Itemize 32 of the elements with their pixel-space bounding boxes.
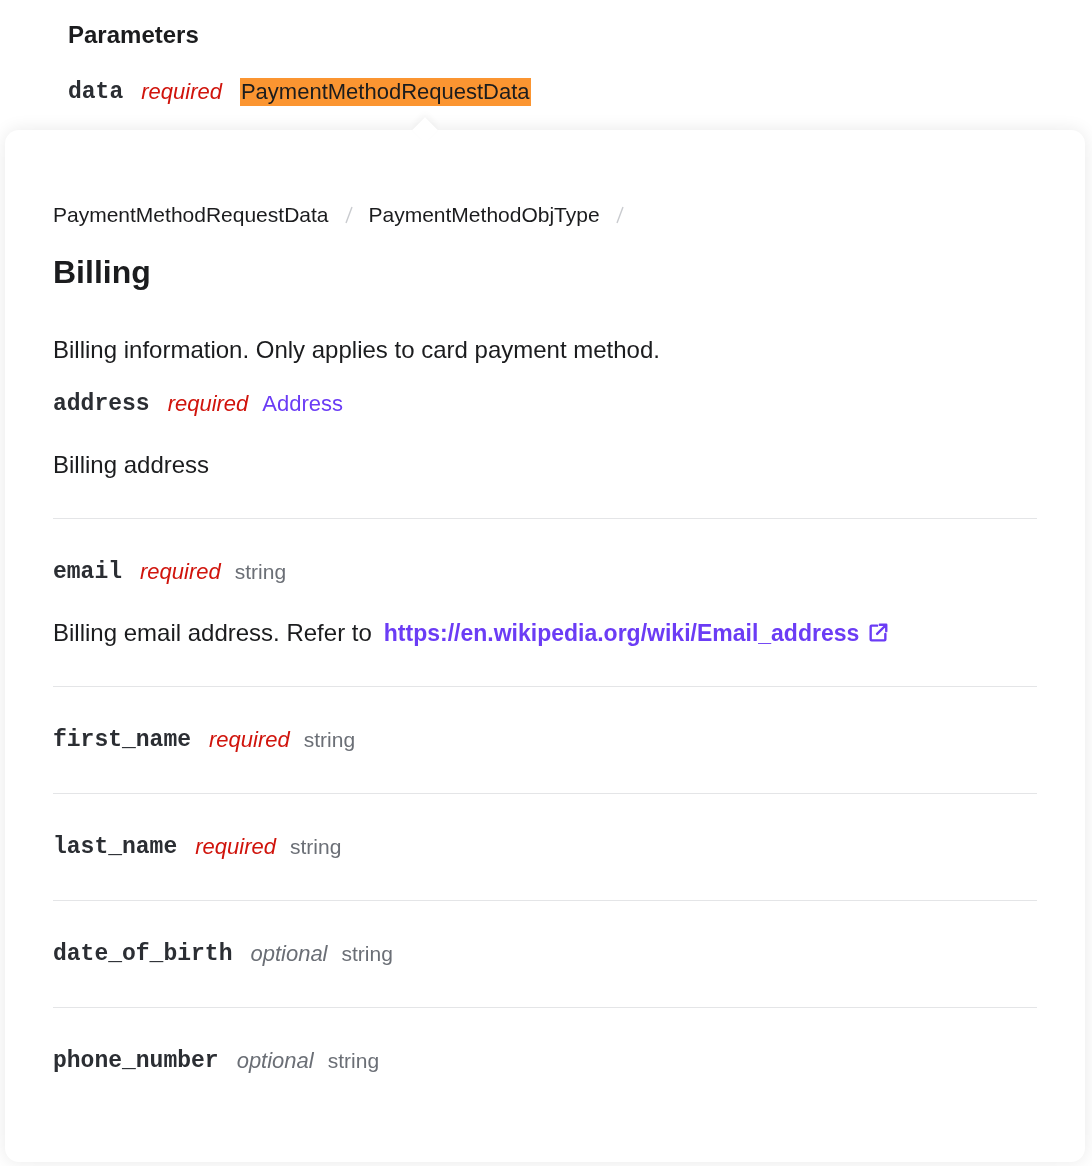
requirement-label: required: [141, 79, 222, 105]
requirement-label: required: [167, 391, 249, 417]
breadcrumb-link[interactable]: PaymentMethodRequestData: [53, 200, 329, 230]
requirement-label: required: [140, 559, 221, 585]
field-name: last_name: [53, 834, 178, 860]
requirement-label: required: [209, 727, 290, 753]
field-name: email: [53, 559, 122, 585]
popover-description: Billing information. Only applies to card payment method.: [53, 335, 661, 365]
type-label: string: [289, 834, 342, 860]
slash-icon: [344, 206, 353, 224]
type-link[interactable]: PaymentMethodRequestData: [239, 78, 531, 106]
requirement-label: optional: [236, 1048, 314, 1074]
popover-title: Billing: [53, 253, 152, 292]
breadcrumb-link[interactable]: PaymentMethodObjType: [368, 200, 600, 230]
type-link[interactable]: Address: [262, 391, 344, 417]
field-name: address: [53, 391, 150, 417]
type-label: string: [303, 727, 356, 753]
type-label: string: [341, 941, 393, 967]
field-name: phone_number: [53, 1048, 219, 1074]
field-description: Billing email address. Refer to: [53, 620, 372, 646]
external-link[interactable]: https://en.wikipedia.org/wiki/Email_address: [383, 620, 860, 646]
slash-icon: [615, 206, 624, 224]
field-name: date_of_birth: [53, 941, 233, 967]
section-title: Parameters: [68, 20, 200, 50]
field-name: first_name: [53, 727, 192, 753]
type-label: string: [327, 1048, 380, 1074]
parameter-name: data: [68, 79, 124, 105]
type-label: string: [234, 559, 287, 585]
external-link-icon: [867, 622, 890, 644]
requirement-label: optional: [250, 941, 328, 967]
field-description: Billing address: [53, 452, 210, 478]
requirement-label: required: [195, 834, 276, 860]
